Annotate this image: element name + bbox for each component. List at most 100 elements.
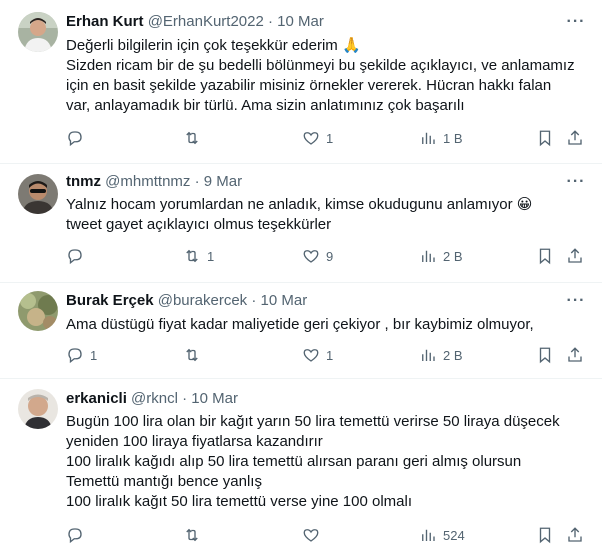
separator-dot: · [194, 173, 200, 190]
avatar-erhan-kurt[interactable] [18, 12, 58, 52]
tweet-line: Bugün 100 lira olan bir kağıt yarın 50 l… [66, 413, 560, 430]
views-bar-chart-icon [422, 529, 435, 541]
reply-button[interactable] [66, 246, 90, 266]
tweet-line: Değerli bilgilerin için çok teşekkür ede… [66, 37, 361, 54]
views-bar-chart-icon [422, 132, 435, 144]
avatar-burak-ercek[interactable] [18, 291, 58, 331]
more-options-icon[interactable]: ··· [566, 291, 586, 311]
reply-button[interactable] [66, 525, 90, 545]
author-handle[interactable]: @rkncl [131, 390, 178, 407]
avatar-erkanicli[interactable] [18, 389, 58, 429]
reply-icon [68, 249, 82, 265]
bookmark-button[interactable] [536, 345, 554, 365]
views-count: 524 [443, 527, 465, 543]
share-button[interactable] [566, 128, 584, 148]
author-name[interactable]: Burak Erçek [66, 292, 154, 309]
views-count: 2 B [443, 248, 463, 264]
tweet-text: Yalnız hocam yorumlardan ne anladık, kim… [66, 195, 586, 235]
tweet-header: tnmz @mhmttnmz · 9 Mar [66, 172, 242, 192]
tweet-line: 100 liralık kağıt 50 lira temettü verse … [66, 493, 413, 510]
action-bar: 1 9 2 B [58, 246, 588, 266]
avatar-image [18, 291, 58, 331]
like-button[interactable] [302, 525, 326, 545]
tweet-header: Burak Erçek @burakercek · 10 Mar [66, 291, 307, 311]
reply-button[interactable] [66, 128, 90, 148]
action-bar: 524 [58, 525, 588, 545]
tweet-header: Erhan Kurt @ErhanKurt2022 · 10 Mar [66, 12, 324, 32]
tweet-header: erkanicli @rkncl · 10 Mar [66, 389, 238, 409]
more-options-icon[interactable]: ··· [566, 12, 586, 32]
avatar-tnmz[interactable] [18, 174, 58, 214]
retweet-count: 1 [207, 248, 215, 264]
reply-button[interactable]: 1 [66, 345, 97, 365]
like-count: 1 [326, 130, 334, 146]
share-icon [568, 527, 582, 542]
tweet-2[interactable]: tnmz @mhmttnmz · 9 Mar ··· Yalnız hocam … [0, 164, 602, 283]
views-button[interactable]: 2 B [419, 246, 463, 266]
action-bar: 1 1 2 B [58, 345, 588, 365]
views-button[interactable]: 2 B [419, 345, 463, 365]
reply-count: 1 [90, 347, 98, 363]
author-handle[interactable]: @burakercek [158, 292, 247, 309]
views-bar-chart-icon [422, 349, 435, 361]
reply-icon [68, 528, 82, 544]
retweet-icon [186, 528, 198, 542]
tweet-date[interactable]: 10 Mar [277, 13, 324, 30]
views-button[interactable]: 524 [419, 525, 465, 545]
bookmark-icon [539, 347, 551, 364]
author-handle[interactable]: @ErhanKurt2022 [148, 13, 264, 30]
reply-feed: Erhan Kurt @ErhanKurt2022 · 10 Mar ··· D… [0, 0, 602, 552]
more-options-icon[interactable]: ··· [566, 172, 586, 192]
retweet-button[interactable] [183, 345, 207, 365]
like-button[interactable]: 1 [302, 345, 333, 365]
bookmark-button[interactable] [536, 246, 554, 266]
author-handle[interactable]: @mhmttnmz [105, 173, 190, 190]
tweet-4[interactable]: erkanicli @rkncl · 10 Mar Bugün 100 lira… [0, 379, 602, 552]
retweet-icon [186, 249, 198, 263]
tweet-3[interactable]: Burak Erçek @burakercek · 10 Mar ··· Ama… [0, 283, 602, 379]
author-name[interactable]: Erhan Kurt [66, 13, 144, 30]
avatar-image [18, 12, 58, 52]
action-bar: 1 1 B [58, 128, 588, 148]
tweet-line: var, anlayamadık bir türlü. Ama sizin an… [66, 97, 465, 114]
retweet-button[interactable] [183, 128, 207, 148]
tweet-line: Temettü mantığı bence yanlış [66, 473, 262, 490]
like-count: 1 [326, 347, 334, 363]
retweet-button[interactable]: 1 [183, 246, 214, 266]
separator-dot: · [182, 390, 188, 407]
retweet-button[interactable] [183, 525, 207, 545]
reply-icon [68, 131, 82, 147]
share-icon [568, 347, 582, 362]
retweet-icon [186, 348, 198, 362]
tweet-date[interactable]: 10 Mar [261, 292, 308, 309]
views-count: 2 B [443, 347, 463, 363]
heart-icon [303, 132, 319, 145]
bookmark-icon [539, 527, 551, 544]
reply-icon [68, 348, 82, 364]
like-count: 9 [326, 248, 334, 264]
share-button[interactable] [566, 246, 584, 266]
bookmark-button[interactable] [536, 525, 554, 545]
tweet-line: Sizden ricam bir de şu bedelli bölünmeyi… [66, 57, 575, 74]
share-button[interactable] [566, 525, 584, 545]
share-icon [568, 130, 582, 145]
like-button[interactable]: 1 [302, 128, 333, 148]
share-icon [568, 248, 582, 263]
views-button[interactable]: 1 B [419, 128, 463, 148]
tweet-text: Ama düstügü fiyat kadar maliyetide geri … [66, 315, 586, 335]
author-name[interactable]: erkanicli [66, 390, 127, 407]
bookmark-button[interactable] [536, 128, 554, 148]
bookmark-icon [539, 248, 551, 265]
tweet-date[interactable]: 9 Mar [204, 173, 242, 190]
separator-dot: · [251, 292, 257, 309]
tweet-date[interactable]: 10 Mar [191, 390, 238, 407]
tweet-1[interactable]: Erhan Kurt @ErhanKurt2022 · 10 Mar ··· D… [0, 0, 602, 164]
tweet-line: Ama düstügü fiyat kadar maliyetide geri … [66, 316, 534, 333]
share-button[interactable] [566, 345, 584, 365]
heart-icon [303, 529, 319, 542]
tweet-line: için en basit şekilde yazabilir misiniz … [66, 77, 552, 94]
author-name[interactable]: tnmz [66, 173, 101, 190]
like-button[interactable]: 9 [302, 246, 333, 266]
tweet-text: Değerli bilgilerin için çok teşekkür ede… [66, 36, 586, 116]
heart-icon [303, 349, 319, 362]
